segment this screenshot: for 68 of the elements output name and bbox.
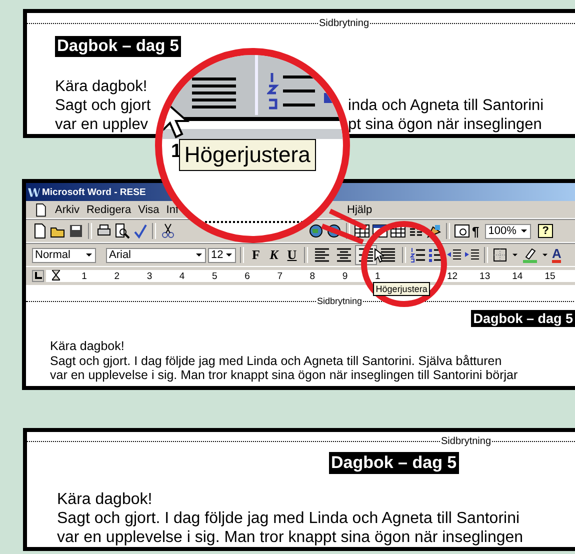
mouse-cursor-icon [374, 248, 384, 263]
new-document-icon[interactable] [32, 223, 48, 239]
ruler-number: 6 [244, 270, 251, 282]
ruler-number: 5 [211, 270, 218, 282]
spelling-check-icon[interactable] [132, 223, 148, 239]
body-text: Sagt och gjort. I dag följde jag med Linda och Agneta till Santorini [57, 510, 520, 526]
menu-item[interactable]: Redigera [86, 204, 132, 216]
ruler-number: 15 [544, 270, 556, 282]
drawing-icon[interactable] [426, 223, 442, 239]
style-dropdown[interactable]: Normal [32, 248, 96, 262]
ruler-number: 1 [80, 270, 88, 282]
ruler-number: 12 [446, 270, 459, 282]
font-color-button[interactable]: A [552, 247, 562, 263]
align-center-icon[interactable] [334, 246, 354, 264]
ruler-number: 2 [113, 270, 121, 282]
document-heading: Dagbok – dag 5 [471, 310, 575, 327]
body-text: Kära dagbok! [50, 339, 124, 353]
body-text: Kära dagbok! [55, 78, 148, 95]
body-text: pt sina ögon när inseglingen [348, 115, 542, 134]
page-break-label: Sidbrytning [316, 296, 364, 306]
document-heading: Dagbok – dag 5 [329, 452, 459, 474]
indent-marker-icon[interactable] [52, 270, 60, 282]
tooltip: Högerjustera [373, 282, 430, 296]
menu-item[interactable]: Arkiv [55, 204, 80, 216]
body-text: Sagt och gjort. I dag följde jag med Linda och Agneta till Santorini. Själva båtturen [50, 354, 502, 368]
justify-icon [192, 77, 236, 111]
ruler-number: 1 [374, 270, 382, 282]
ruler-number: 9 [341, 270, 349, 282]
letter-w-logo-icon [28, 186, 40, 198]
border-icon[interactable] [492, 247, 508, 263]
font-dropdown[interactable]: Arial [106, 248, 206, 262]
body-text: Kära dagbok! [57, 490, 152, 508]
save-icon[interactable] [68, 223, 84, 239]
menu-item[interactable]: Hjälp [347, 204, 372, 216]
body-text: var en upplevelse i sig. Man tror knappt sina ögon när inseglingen till Santorini börjar [50, 368, 518, 382]
ruler-number: 4 [178, 270, 186, 282]
ruler-number: 3 [146, 270, 154, 282]
menu-item[interactable]: Visa [138, 204, 160, 216]
tab-stop-icon[interactable] [32, 270, 44, 282]
globe-icon[interactable] [308, 223, 324, 239]
tooltip: Högerjustera [179, 139, 316, 171]
show-formatting-button[interactable]: ¶ [472, 224, 480, 238]
page-break-label: Sidbrytning [318, 18, 370, 28]
highlighter-icon[interactable] [522, 247, 538, 263]
document-heading: Dagbok – dag 5 [55, 36, 181, 57]
page-break-label: Sidbrytning [440, 436, 492, 447]
document-map-icon[interactable] [454, 223, 470, 239]
square-icon [324, 93, 334, 103]
body-text: var en upplev [55, 115, 148, 134]
ruler-number: 13 [478, 270, 492, 282]
window-title: Microsoft Word - RESE [42, 186, 146, 198]
ruler-number: 7 [276, 270, 284, 282]
align-justify-icon[interactable] [378, 246, 398, 264]
format-button[interactable]: K [266, 247, 282, 263]
font-size-dropdown[interactable]: 12 [208, 248, 236, 262]
align-left-icon[interactable] [312, 246, 332, 264]
print-preview-icon[interactable] [114, 223, 130, 239]
body-text: var en upplevelse i sig. Man tror knappt sina ögon när inseglingen [57, 528, 524, 546]
format-button[interactable]: F [248, 247, 264, 263]
ruler-number: 14 [511, 270, 524, 282]
ruler-number: 8 [308, 270, 316, 282]
body-text: Sagt och gjort [55, 96, 151, 115]
zoom-dropdown[interactable]: 100% [485, 224, 532, 238]
format-button[interactable]: U [284, 247, 300, 263]
numbered-list-icon[interactable] [410, 247, 426, 263]
scissors-icon[interactable] [160, 223, 176, 239]
body-text: inda och Agneta till Santorini [348, 96, 544, 115]
help-button[interactable]: ? [538, 224, 553, 238]
